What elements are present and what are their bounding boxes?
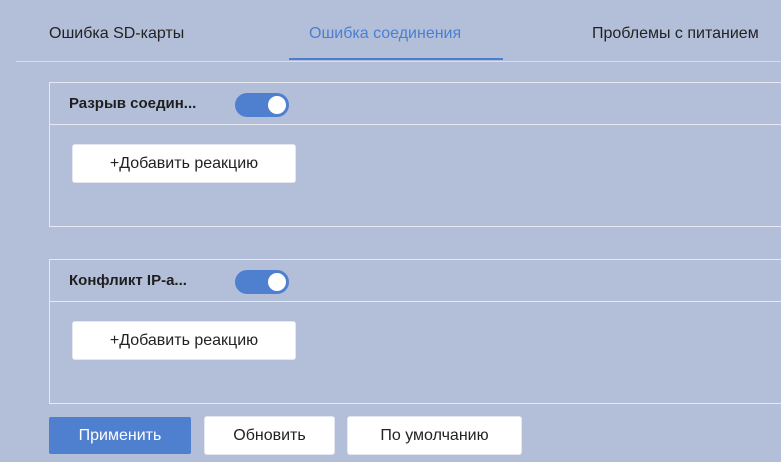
refresh-button[interactable]: Обновить [205,417,334,454]
toggle-knob [268,96,286,114]
tab-sd-card-error[interactable]: Ошибка SD-карты [49,24,184,44]
panel-ip-conflict: Конфликт IP-а... +Добавить реакцию [49,259,781,404]
tab-bar: Ошибка SD-карты Ошибка соединения Пробле… [0,0,781,62]
panel-title: Разрыв соедин... [69,95,197,112]
toggle-knob [268,273,286,291]
ip-conflict-enable-toggle[interactable] [235,270,289,294]
panel-header: Конфликт IP-а... [50,260,781,302]
tab-connection-error[interactable]: Ошибка соединения [309,24,461,44]
panel-disconnect: Разрыв соедин... +Добавить реакцию [49,82,781,227]
panel-header: Разрыв соедин... [50,83,781,125]
disconnect-enable-toggle[interactable] [235,93,289,117]
default-button[interactable]: По умолчанию [348,417,521,454]
tab-bar-divider [16,61,781,62]
panel-title: Конфликт IP-а... [69,272,187,289]
active-tab-indicator [289,58,503,60]
add-reaction-button[interactable]: +Добавить реакцию [73,145,295,182]
tab-power-problems[interactable]: Проблемы с питанием [592,24,759,44]
apply-button[interactable]: Применить [49,417,191,454]
add-reaction-button[interactable]: +Добавить реакцию [73,322,295,359]
